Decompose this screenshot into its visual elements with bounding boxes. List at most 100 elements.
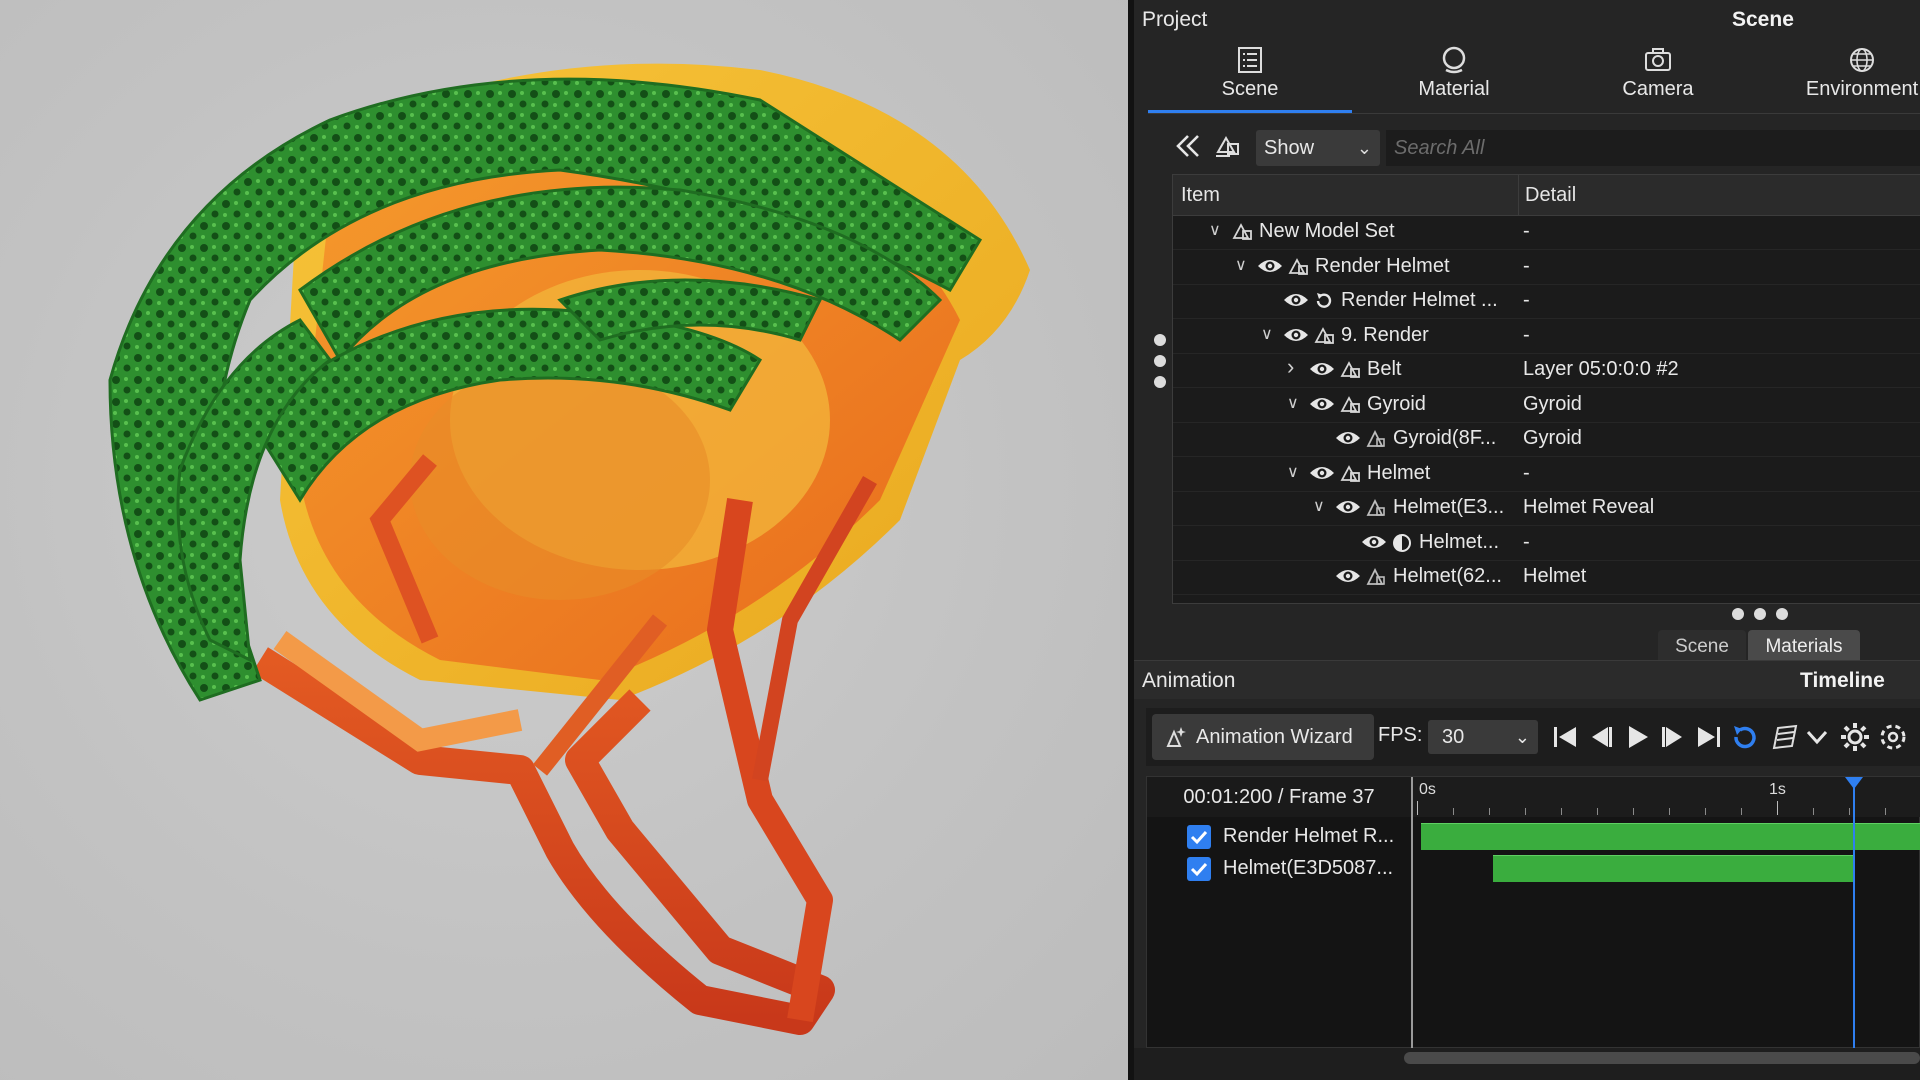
visibility-eye-icon[interactable] — [1335, 498, 1361, 516]
globe-icon — [1850, 48, 1874, 72]
tree-row[interactable]: Render Helmet ... - — [1173, 284, 1920, 319]
tab-environment[interactable]: Environment — [1762, 40, 1920, 110]
animation-clip[interactable] — [1421, 823, 1920, 850]
ruler-tick — [1705, 808, 1706, 815]
timeline[interactable]: 00:01:200 / Frame 37 0s 1s Render Helmet … — [1146, 776, 1920, 1049]
keyframe-brush-icon[interactable] — [1768, 720, 1802, 754]
column-header-item[interactable]: Item — [1181, 184, 1220, 207]
visibility-eye-icon[interactable] — [1335, 429, 1361, 447]
tree-row[interactable]: ∨ Render Helmet - — [1173, 250, 1920, 285]
time-readout: 00:01:200 / Frame 37 — [1147, 777, 1411, 817]
step-forward-icon[interactable] — [1656, 720, 1690, 754]
expand-closed-icon[interactable]: › — [1287, 354, 1305, 379]
fps-select[interactable]: 30 ⌄ — [1428, 720, 1538, 754]
visibility-eye-icon[interactable] — [1335, 567, 1361, 585]
tree-row[interactable]: ∨ New Model Set - — [1173, 215, 1920, 250]
tree-row-name: Helmet — [1367, 461, 1431, 484]
tree-row[interactable]: Gyroid(8F... Gyroid — [1173, 422, 1920, 457]
tree-row-name: Belt — [1367, 358, 1402, 380]
tree-row[interactable]: Helmet(62... Helmet — [1173, 560, 1920, 595]
tree-row[interactable]: › Belt Layer 05:0:0:0 #2 — [1173, 353, 1920, 388]
visibility-eye-icon[interactable] — [1283, 326, 1309, 344]
expand-open-icon[interactable]: ∨ — [1287, 462, 1305, 482]
tree-row-name: Render Helmet — [1315, 254, 1450, 277]
double-chevron-left-icon[interactable] — [1172, 130, 1204, 162]
tree-row-detail: - — [1523, 323, 1530, 346]
fps-value: 30 — [1442, 726, 1465, 748]
search-input[interactable] — [1386, 130, 1920, 166]
gear-icon[interactable] — [1838, 720, 1872, 754]
half-circle-icon — [1393, 533, 1411, 552]
expand-open-icon[interactable]: ∨ — [1287, 393, 1305, 413]
visibility-eye-icon[interactable] — [1309, 360, 1335, 378]
track-checkbox[interactable] — [1187, 857, 1211, 881]
visibility-eye-icon[interactable] — [1283, 291, 1309, 309]
visibility-eye-icon[interactable] — [1361, 533, 1387, 551]
tree-row-detail: Layer 05:0:0:0 #2 — [1523, 358, 1679, 380]
tree-row-detail: Helmet — [1523, 565, 1587, 587]
tab-camera[interactable]: Camera — [1558, 40, 1758, 110]
loop-icon[interactable] — [1728, 720, 1762, 754]
timeline-track[interactable]: Helmet(E3D5087... — [1147, 853, 1411, 883]
timeline-scrollbar[interactable] — [1404, 1052, 1920, 1064]
tree-row-name: 9. Render — [1341, 323, 1429, 346]
model-set-icon[interactable] — [1212, 130, 1244, 162]
handle-dot — [1776, 608, 1788, 620]
chevron-down-icon[interactable] — [1800, 720, 1834, 754]
handle-dot — [1154, 334, 1166, 346]
play-icon[interactable] — [1620, 720, 1654, 754]
3d-viewport[interactable] — [0, 0, 1128, 1080]
tree-row[interactable]: ∨ 9. Render - — [1173, 319, 1920, 354]
expand-open-icon[interactable]: ∨ — [1313, 496, 1331, 516]
expand-open-icon[interactable]: ∨ — [1235, 255, 1253, 275]
timeline-track[interactable]: Render Helmet R... — [1147, 821, 1411, 851]
expand-open-icon[interactable]: ∨ — [1209, 220, 1227, 240]
tree-row[interactable]: ∨ Helmet(E3... Helmet Reveal — [1173, 491, 1920, 526]
settings-dashed-icon[interactable] — [1876, 720, 1910, 754]
ruler-tick — [1813, 808, 1814, 815]
model-set-icon — [1288, 257, 1308, 275]
checkmark-icon — [1190, 830, 1208, 845]
step-back-icon[interactable] — [1584, 720, 1618, 754]
tree-row-detail: - — [1523, 530, 1530, 553]
tree-row[interactable]: ∨ Gyroid Gyroid — [1173, 388, 1920, 423]
tree-row-name: Helmet(62... — [1393, 565, 1502, 587]
expand-open-icon[interactable]: ∨ — [1261, 324, 1279, 344]
camera-icon — [1645, 48, 1671, 71]
tab-material[interactable]: Material — [1354, 40, 1554, 110]
animation-wizard-button[interactable]: Animation Wizard — [1152, 714, 1374, 760]
column-header-detail[interactable]: Detail — [1525, 184, 1576, 207]
playhead[interactable] — [1853, 777, 1855, 1049]
model-set-icon — [1340, 464, 1360, 482]
tree-row[interactable]: ∨ Helmet - — [1173, 457, 1920, 492]
visibility-eye-icon[interactable] — [1309, 395, 1335, 413]
scene-tree: Item Detail ∨ New Model Set - ∨ Render Helme… — [1172, 174, 1920, 604]
handle-dot — [1754, 608, 1766, 620]
part-icon — [1366, 567, 1385, 585]
handle-dot — [1732, 608, 1744, 620]
tree-row[interactable]: Helmet... - — [1173, 526, 1920, 561]
track-divider[interactable] — [1411, 777, 1413, 1049]
show-filter-select[interactable]: Show ⌄ — [1256, 130, 1380, 166]
ruler-tick — [1489, 808, 1490, 815]
visibility-eye-icon[interactable] — [1309, 464, 1335, 482]
playhead-handle[interactable] — [1845, 777, 1863, 789]
handle-dot — [1154, 376, 1166, 388]
track-checkbox[interactable] — [1187, 825, 1211, 849]
model-set-icon — [1340, 361, 1360, 378]
time-ruler[interactable]: 0s 1s — [1413, 777, 1920, 817]
ruler-tick — [1885, 808, 1886, 815]
skip-to-end-icon[interactable] — [1692, 720, 1726, 754]
model-set-icon — [1340, 395, 1360, 413]
tree-row-name: Helmet... — [1419, 530, 1500, 553]
subtab-materials[interactable]: Materials — [1748, 630, 1860, 662]
chevron-down-icon: ⌄ — [1356, 138, 1372, 158]
tab-divider — [1148, 113, 1920, 114]
tab-scene[interactable]: Scene — [1150, 40, 1350, 110]
animation-clip[interactable] — [1493, 855, 1853, 882]
column-divider[interactable] — [1518, 175, 1519, 215]
visibility-eye-icon[interactable] — [1257, 257, 1283, 275]
animation-cycle-icon — [1316, 293, 1332, 308]
subtab-scene[interactable]: Scene — [1658, 630, 1746, 662]
skip-to-start-icon[interactable] — [1548, 720, 1582, 754]
